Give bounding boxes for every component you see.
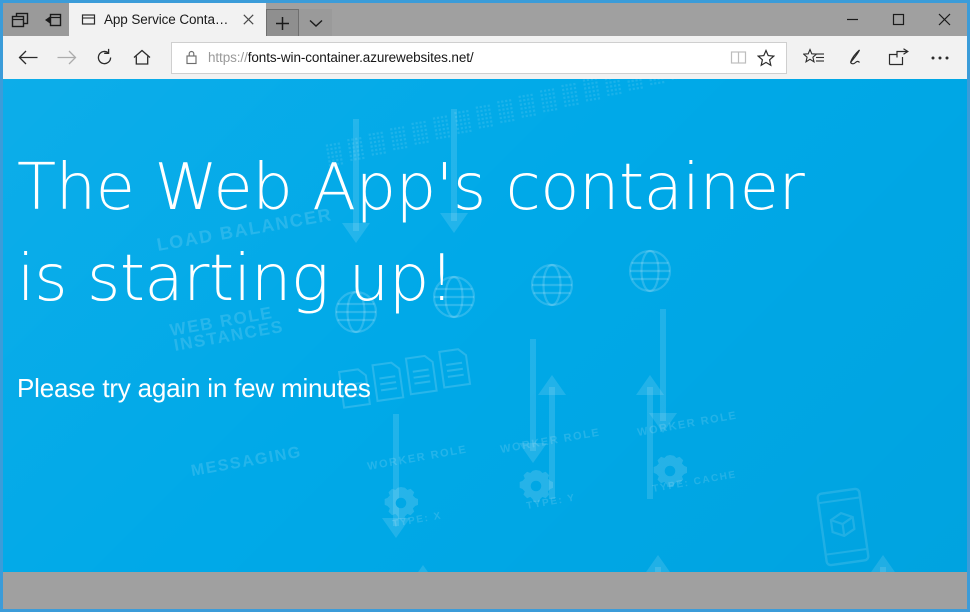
web-note-glyph [846, 48, 866, 67]
tab-close-button[interactable] [238, 10, 258, 30]
page-subheadline: Please try again in few minutes [17, 373, 967, 404]
page-favicon [81, 12, 96, 27]
url-scheme: https:// [208, 50, 248, 65]
web-note-icon[interactable] [835, 39, 877, 77]
reading-view-glyph [730, 50, 747, 65]
forward-arrow-icon [56, 49, 77, 66]
page-favicon-glyph [81, 12, 96, 27]
url-host-path: fonts-win-container.azurewebsites.net/ [248, 50, 474, 65]
new-tab-button[interactable] [266, 9, 299, 36]
home-button[interactable] [123, 39, 161, 77]
forward-button[interactable] [47, 39, 85, 77]
tab-app-service-container[interactable]: App Service Container [69, 3, 266, 36]
arrow-up-icon [409, 565, 437, 572]
browser-window: App Service Container [0, 0, 970, 612]
lock-icon [182, 50, 200, 65]
close-icon [243, 14, 254, 25]
mobile-device-cube-icon [817, 488, 869, 565]
plus-icon [275, 16, 290, 31]
reading-view-icon[interactable] [724, 44, 752, 72]
tab-menu-button[interactable] [299, 9, 332, 36]
chevron-down-icon [309, 19, 323, 28]
back-arrow-icon [18, 49, 39, 66]
titlebar-drag-area [332, 3, 829, 36]
worker-role-x-label: WORKER ROLE [366, 444, 468, 473]
hub-favorites-glyph [803, 48, 825, 67]
tabs-aside-group [3, 3, 69, 36]
close-window-button[interactable] [921, 3, 967, 36]
hub-favorites-icon[interactable] [793, 39, 835, 77]
share-glyph [888, 48, 909, 67]
refresh-button[interactable] [85, 39, 123, 77]
navigation-toolbar: https://fonts-win-container.azurewebsite… [3, 36, 967, 79]
home-icon [132, 48, 152, 67]
window-close-icon [938, 13, 951, 26]
page-content: LOAD BALANCER WEB ROLE INSTANCES MESSAGI… [3, 79, 967, 572]
minimize-icon [846, 13, 859, 26]
refresh-icon [95, 48, 114, 67]
maximize-button[interactable] [875, 3, 921, 36]
tab-strip: App Service Container [3, 3, 967, 36]
minimize-button[interactable] [829, 3, 875, 36]
gear-icon [385, 487, 418, 519]
page-headline: The Web App's container is starting up! [17, 143, 967, 325]
more-icon[interactable] [919, 39, 961, 77]
arrow-up-icon [644, 555, 672, 572]
tabs-aside-icon[interactable] [3, 3, 36, 36]
maximize-icon [892, 13, 905, 26]
star-outline-icon [757, 49, 775, 67]
window-controls [829, 3, 967, 36]
tabs-restore-icon[interactable] [36, 3, 69, 36]
back-button[interactable] [9, 39, 47, 77]
page-message: The Web App's container is starting up! … [3, 143, 967, 404]
more-glyph [930, 55, 950, 61]
lock-glyph [185, 50, 198, 65]
tab-title: App Service Container [104, 12, 230, 27]
arrow-up-icon [869, 555, 897, 572]
url-text[interactable]: https://fonts-win-container.azurewebsite… [200, 50, 724, 65]
share-icon[interactable] [877, 39, 919, 77]
messaging-label: MESSAGING [190, 444, 303, 480]
address-bar[interactable]: https://fonts-win-container.azurewebsite… [171, 42, 787, 74]
favorite-star-button[interactable] [752, 44, 780, 72]
tabs-restore-glyph [44, 12, 62, 28]
tabs-aside-glyph [11, 12, 29, 28]
